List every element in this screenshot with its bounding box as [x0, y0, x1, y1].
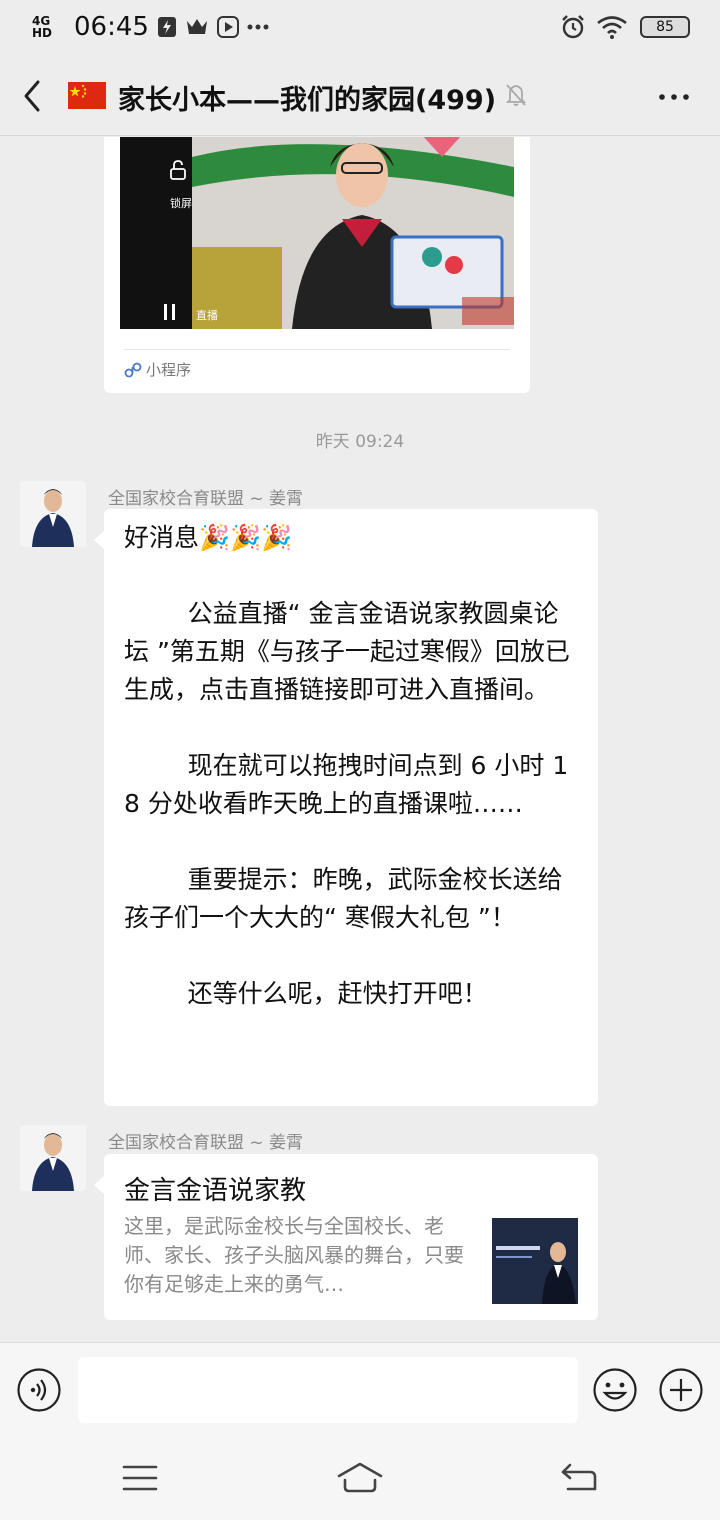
link-thumbnail	[492, 1218, 578, 1304]
mini-program-footer: 小程序	[124, 359, 191, 380]
live-label: 直播	[196, 309, 218, 322]
lock-screen-icon[interactable]	[168, 159, 188, 181]
wifi-icon	[597, 16, 627, 39]
alarm-icon	[562, 15, 584, 39]
return-icon[interactable]	[560, 1462, 598, 1492]
link-card[interactable]: 金言金语说家教 这里，是武际金校长与全国校长、老师、家长、孩子头脑风暴的舞台，只…	[94, 1154, 598, 1320]
divider	[124, 349, 510, 350]
avatar[interactable]	[20, 481, 86, 547]
plus-icon[interactable]	[658, 1367, 704, 1413]
pause-icon[interactable]	[162, 303, 178, 321]
video-app-icon	[216, 16, 239, 38]
more-notifications-icon	[247, 24, 269, 30]
battery-indicator: 85	[640, 16, 690, 38]
message-text: 好消息🎉🎉🎉 公益直播“ 金言金语说家教圆桌论坛 ”第五期《与孩子一起过寒假》回…	[124, 523, 570, 1008]
menu-icon[interactable]	[122, 1464, 158, 1492]
chat-title: 家长小本——我们的家园(499)	[118, 85, 497, 116]
live-video-thumbnail[interactable]: 锁屏 直播	[120, 137, 514, 329]
input-bar	[0, 1342, 720, 1436]
link-description: 这里，是武际金校长与全国校长、老师、家长、孩子头脑风暴的舞台，只要你有足够走上来…	[124, 1214, 464, 1296]
china-flag-icon	[68, 82, 106, 109]
voice-icon[interactable]	[16, 1367, 62, 1413]
mini-program-card[interactable]: 锁屏 直播 小程序	[104, 137, 530, 393]
more-icon[interactable]	[656, 82, 692, 112]
lock-screen-label: 锁屏	[170, 197, 192, 210]
link-thumbnail-image	[492, 1218, 578, 1304]
message-bubble[interactable]: 好消息🎉🎉🎉 公益直播“ 金言金语说家教圆桌论坛 ”第五期《与孩子一起过寒假》回…	[94, 509, 598, 1106]
link-title: 金言金语说家教	[124, 1176, 307, 1206]
home-icon[interactable]	[336, 1460, 384, 1494]
mini-program-label: 小程序	[146, 361, 192, 379]
status-bar: 4G HD 06:45 85	[0, 0, 720, 56]
message-timestamp: 昨天 09:24	[315, 432, 405, 452]
video-scene-illustration	[192, 137, 514, 329]
chat-header: 家长小本——我们的家园(499)	[0, 56, 720, 136]
sender-name: 全国家校合育联盟 ~ 姜霄	[108, 1133, 304, 1153]
flash-notification-icon	[157, 17, 176, 37]
network-indicator: 4G HD	[32, 14, 53, 40]
emoji-icon[interactable]	[592, 1367, 638, 1413]
system-nav-bar	[0, 1436, 720, 1520]
avatar-portrait	[20, 1125, 86, 1191]
message-input[interactable]	[78, 1357, 578, 1423]
avatar[interactable]	[20, 1125, 86, 1191]
video-scene	[192, 137, 514, 329]
mini-program-icon	[124, 362, 142, 377]
mute-bell-icon	[505, 84, 527, 106]
status-time: 06:45	[74, 12, 149, 42]
avatar-portrait	[20, 481, 86, 547]
back-icon[interactable]	[18, 78, 48, 114]
crown-icon	[186, 19, 207, 34]
chat-area[interactable]: 锁屏 直播 小程序 昨天 09:24 全国家校合育联盟 ~ 姜霄 好消息🎉🎉🎉 …	[0, 137, 720, 1342]
sender-name: 全国家校合育联盟 ~ 姜霄	[108, 489, 304, 509]
